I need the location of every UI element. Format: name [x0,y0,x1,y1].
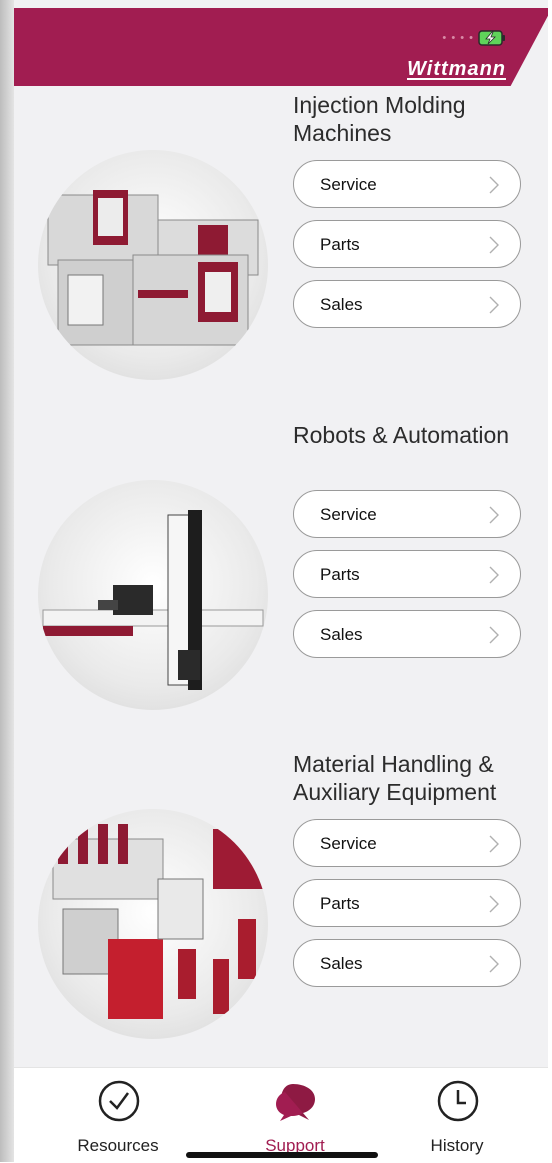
section-injection-molding: Injection Molding Machines Service Parts [14,90,548,390]
app-screen: • • • • Wittmann Injection Molding Machi… [14,0,548,1162]
sales-button[interactable]: Sales [293,939,521,987]
chat-bubbles-icon [276,1084,315,1121]
parts-button[interactable]: Parts [293,879,521,927]
left-edge-shadow [0,0,14,1162]
bottom-tab-bar: Resources Support History [14,1067,548,1163]
parts-button[interactable]: Parts [293,550,521,598]
chevron-right-icon [489,566,499,584]
clock-icon [437,1080,479,1122]
wittmann-logo: Wittmann [407,58,506,80]
header-bar: • • • • Wittmann [14,8,548,86]
parts-button[interactable]: Parts [293,220,521,268]
sales-button[interactable]: Sales [293,280,521,328]
signal-dots-icon: • • • • [442,32,474,44]
service-button[interactable]: Service [293,490,521,538]
chevron-right-icon [489,176,499,194]
robot-automation-image [38,480,268,710]
tab-label: History [430,1136,484,1155]
check-circle-icon [98,1080,140,1122]
service-button[interactable]: Service [293,819,521,867]
section-title: Material Handling & Auxiliary Equipment [293,751,497,805]
chevron-right-icon [489,296,499,314]
chevron-right-icon [489,955,499,973]
button-label: Sales [320,954,363,973]
tab-support[interactable]: Support [235,1068,355,1163]
injection-molding-machines-image [38,150,268,380]
chevron-right-icon [489,626,499,644]
button-label: Service [320,834,377,853]
button-label: Sales [320,295,363,314]
button-label: Parts [320,894,360,913]
material-handling-equipment-image [38,809,268,1039]
button-label: Service [320,505,377,524]
tab-resources[interactable]: Resources [58,1068,178,1163]
button-label: Parts [320,565,360,584]
service-button[interactable]: Service [293,160,521,208]
status-indicator: • • • • [442,30,506,46]
section-title: Injection Molding Machines [293,92,466,146]
sales-button[interactable]: Sales [293,610,521,658]
tab-history[interactable]: History [397,1068,517,1163]
section-title: Robots & Automation [293,422,510,448]
battery-charging-icon [478,30,505,46]
section-material-handling: Material Handling & Auxiliary Equipment … [14,749,548,1049]
button-label: Parts [320,235,360,254]
tab-label: Resources [77,1136,159,1155]
chevron-right-icon [489,895,499,913]
chevron-right-icon [489,506,499,524]
section-robots-automation: Robots & Automation Service Parts Sales [14,420,548,720]
home-indicator[interactable] [186,1152,378,1158]
chevron-right-icon [489,236,499,254]
chevron-right-icon [489,835,499,853]
button-label: Sales [320,625,363,644]
button-label: Service [320,175,377,194]
